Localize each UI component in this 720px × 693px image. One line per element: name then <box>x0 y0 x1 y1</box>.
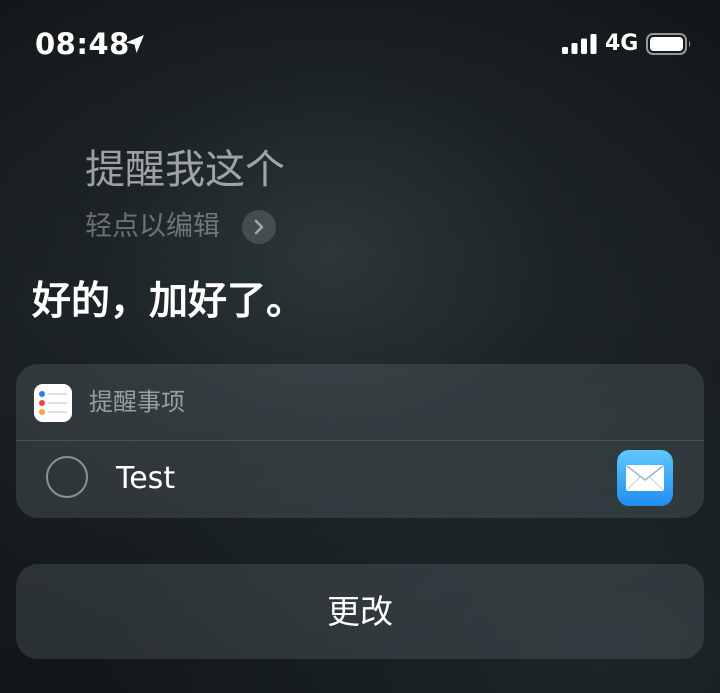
location-arrow-icon <box>126 35 144 53</box>
reminder-complete-checkbox[interactable] <box>46 456 88 498</box>
reminders-app-name: 提醒事项 <box>89 388 185 416</box>
reminder-snippet-card[interactable]: 提醒事项 Test <box>16 364 704 518</box>
change-button-label: 更改 <box>327 591 393 631</box>
status-bar: 08:48 4G <box>0 0 720 90</box>
card-header[interactable]: 提醒事项 <box>16 364 704 440</box>
network-type-label: 4G <box>605 31 639 56</box>
siri-response-text: 好的，加好了。 <box>32 279 306 324</box>
chevron-right-icon[interactable] <box>242 210 276 244</box>
reminder-title: Test <box>116 461 176 496</box>
change-button[interactable]: 更改 <box>16 564 704 659</box>
reminder-row[interactable]: Test <box>16 441 704 518</box>
status-time: 08:48 <box>35 27 130 61</box>
battery-icon <box>646 33 691 55</box>
cellular-signal-icon <box>562 34 597 54</box>
tap-to-edit-row[interactable]: 轻点以编辑 <box>85 208 276 246</box>
mail-app-icon[interactable] <box>617 450 673 506</box>
tap-to-edit-label: 轻点以编辑 <box>85 211 220 242</box>
siri-request-text: 提醒我这个 <box>85 147 285 193</box>
reminders-app-icon <box>34 384 72 422</box>
